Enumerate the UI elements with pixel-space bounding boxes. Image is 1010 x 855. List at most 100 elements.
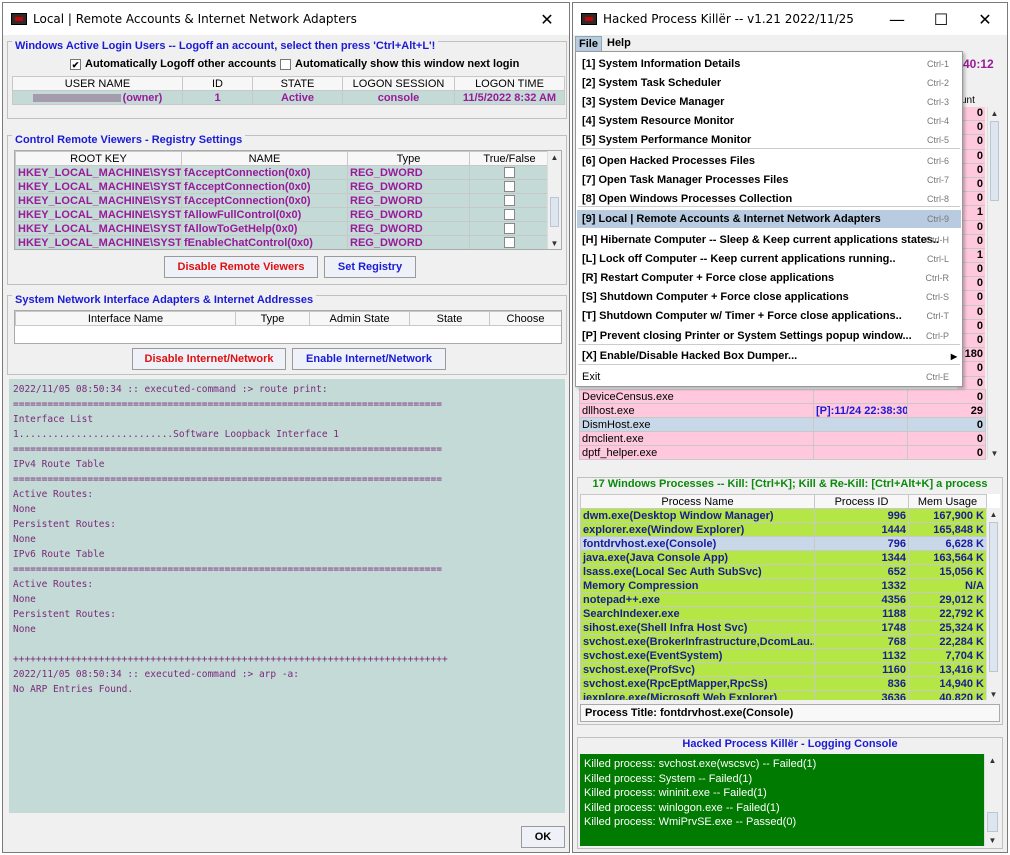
auto-show-checkbox[interactable]: Automatically show this window next logi…: [280, 58, 519, 70]
menu-item[interactable]: [H] Hibernate Computer -- Sleep & Keep c…: [577, 231, 961, 249]
menu-item[interactable]: [4] System Resource Monitor Ctrl-4: [577, 112, 961, 130]
scroll-down-icon[interactable]: ▼: [987, 688, 1000, 700]
registry-row[interactable]: HKEY_LOCAL_MACHINE\SYSTE... fAcceptConnec…: [15, 165, 550, 180]
col-header[interactable]: Process ID: [814, 494, 909, 509]
menu-item[interactable]: [2] System Task Scheduler Ctrl-2: [577, 74, 961, 92]
menu-item[interactable]: [L] Lock off Computer -- Keep current ap…: [577, 250, 961, 268]
process-row[interactable]: dwm.exe(Desktop Window Manager) 996 167,90…: [580, 508, 987, 523]
menu-file[interactable]: File: [575, 36, 602, 52]
menu-item[interactable]: [X] Enable/Disable Hacked Box Dumper... ▶: [577, 347, 961, 365]
auto-logoff-checkbox[interactable]: ✔ Automatically Logoff other accounts: [70, 58, 276, 70]
hacked-process-row[interactable]: dllhost.exe [P]:11/24 22:38:30 29: [579, 403, 986, 418]
col-header[interactable]: STATE: [252, 76, 343, 91]
maximize-icon[interactable]: ☐: [919, 3, 963, 35]
menu-help[interactable]: Help: [607, 37, 631, 49]
scroll-up-icon[interactable]: ▲: [988, 107, 1001, 119]
col-header[interactable]: Admin State: [309, 311, 410, 326]
scroll-down-icon[interactable]: ▼: [548, 237, 561, 249]
col-header[interactable]: Interface Name: [15, 311, 236, 326]
scroll-down-icon[interactable]: ▼: [988, 447, 1001, 459]
menu-item[interactable]: [P] Prevent closing Printer or System Se…: [577, 327, 961, 345]
col-header[interactable]: Process Name: [580, 494, 815, 509]
col-header[interactable]: Mem Usage: [908, 494, 987, 509]
true-false-checkbox[interactable]: [504, 167, 515, 179]
col-header[interactable]: ROOT KEY: [15, 151, 182, 166]
true-false-checkbox[interactable]: [504, 223, 515, 235]
process-row[interactable]: SearchIndexer.exe 1188 22,792 K: [580, 606, 987, 621]
menu-item[interactable]: [R] Restart Computer + Force close appli…: [577, 269, 961, 287]
registry-row[interactable]: HKEY_LOCAL_MACHINE\SYSTE... fAllowToGetHe…: [15, 221, 550, 236]
minimize-icon[interactable]: —: [875, 3, 919, 35]
scroll-down-icon[interactable]: ▼: [985, 834, 1000, 846]
hacked-scrollbar[interactable]: ▲ ▼: [987, 107, 1001, 459]
log-scrollbar[interactable]: ▲ ▼: [984, 754, 1000, 846]
col-header[interactable]: ID: [182, 76, 253, 91]
scroll-up-icon[interactable]: ▲: [987, 508, 1000, 520]
process-row[interactable]: lsass.exe(Local Sec Auth SubSvc) 652 15,05…: [580, 564, 987, 579]
menu-item-label: Local | Remote Accounts & Internet Netwo…: [598, 213, 881, 225]
menu-item[interactable]: [7] Open Task Manager Processes Files Ctr…: [577, 171, 961, 189]
col-header[interactable]: Choose: [489, 311, 561, 326]
process-row[interactable]: iexplore.exe(Microsoft Web Explorer) 3636…: [580, 690, 987, 700]
process-row[interactable]: svchost.exe(ProfSvc) 1160 13,416 K: [580, 662, 987, 677]
process-row[interactable]: svchost.exe(BrokerInfrastructure,DcomLau…: [580, 634, 987, 649]
set-registry-button[interactable]: Set Registry: [324, 256, 416, 278]
col-header[interactable]: True/False: [469, 151, 550, 166]
registry-row[interactable]: HKEY_LOCAL_MACHINE\SYSTE... fAcceptConnec…: [15, 193, 550, 208]
enable-internet-button[interactable]: Enable Internet/Network: [292, 348, 446, 370]
registry-scrollbar[interactable]: ▲ ▼: [547, 151, 561, 249]
true-false-checkbox[interactable]: [504, 237, 515, 249]
disable-internet-button[interactable]: Disable Internet/Network: [132, 348, 286, 370]
command-output-console[interactable]: 2022/11/05 08:50:34 :: executed-command …: [9, 379, 565, 813]
menu-item[interactable]: [3] System Device Manager Ctrl-3: [577, 93, 961, 111]
scroll-thumb[interactable]: [987, 812, 998, 832]
sessions-title: Windows Active Login Users -- Logoff an …: [12, 40, 439, 52]
close-icon[interactable]: ✕: [963, 3, 1007, 35]
col-header[interactable]: USER NAME: [12, 76, 183, 91]
menu-item[interactable]: [8] Open Windows Processes Collection Ctr…: [577, 190, 961, 208]
process-row[interactable]: svchost.exe(EventSystem) 1132 7,704 K: [580, 648, 987, 663]
winproc-scrollbar[interactable]: ▲ ▼: [986, 508, 1000, 700]
registry-row[interactable]: HKEY_LOCAL_MACHINE\SYSTE... fEnableChatCo…: [15, 235, 550, 249]
col-header[interactable]: Type: [235, 311, 310, 326]
col-header[interactable]: NAME: [181, 151, 348, 166]
process-cell: 165,848 K: [908, 522, 987, 537]
menu-item[interactable]: [9] Local | Remote Accounts & Internet N…: [577, 210, 961, 228]
close-icon[interactable]: ✕: [525, 3, 569, 35]
col-header[interactable]: LOGON SESSION: [342, 76, 455, 91]
logging-console[interactable]: Killed process: svchost.exe(wscsvc) -- F…: [580, 754, 1000, 846]
hacked-process-row[interactable]: dptf_helper.exe 0: [579, 445, 986, 460]
scroll-thumb[interactable]: [990, 121, 999, 201]
process-row[interactable]: java.exe(Java Console App) 1344 163,564 K: [580, 550, 987, 565]
ok-button[interactable]: OK: [521, 826, 565, 848]
process-row[interactable]: Memory Compression 1332 N/A: [580, 578, 987, 593]
true-false-checkbox[interactable]: [504, 195, 515, 207]
hacked-process-row[interactable]: DismHost.exe 0: [579, 417, 986, 432]
process-row[interactable]: fontdrvhost.exe(Console) 796 6,628 K: [580, 536, 987, 551]
session-row[interactable]: (owner) 1 Active console 11/5/2022 8:32 …: [12, 90, 565, 105]
col-header[interactable]: Type: [347, 151, 470, 166]
process-row[interactable]: svchost.exe(RpcEptMapper,RpcSs) 836 14,940…: [580, 676, 987, 691]
menu-item[interactable]: [5] System Performance Monitor Ctrl-5: [577, 131, 961, 149]
scroll-up-icon[interactable]: ▲: [548, 151, 561, 163]
registry-row[interactable]: HKEY_LOCAL_MACHINE\SYSTE... fAllowFullCon…: [15, 207, 550, 222]
scroll-up-icon[interactable]: ▲: [985, 754, 1000, 766]
disable-remote-viewers-button[interactable]: Disable Remote Viewers: [164, 256, 318, 278]
true-false-checkbox[interactable]: [504, 209, 515, 221]
menu-item[interactable]: [T] Shutdown Computer w/ Timer + Force c…: [577, 307, 961, 325]
menu-item[interactable]: [1] System Information Details Ctrl-1: [577, 55, 961, 73]
scroll-thumb[interactable]: [550, 197, 559, 227]
col-header[interactable]: LOGON TIME: [454, 76, 565, 91]
menu-item[interactable]: [6] Open Hacked Processes Files Ctrl-6: [577, 152, 961, 170]
hacked-process-row[interactable]: DeviceCensus.exe 0: [579, 389, 986, 404]
scroll-thumb[interactable]: [989, 522, 998, 672]
menu-item[interactable]: [S] Shutdown Computer + Force close appl…: [577, 288, 961, 306]
hacked-process-row[interactable]: dmclient.exe 0: [579, 431, 986, 446]
col-header[interactable]: State: [409, 311, 490, 326]
process-row[interactable]: notepad++.exe 4356 29,012 K: [580, 592, 987, 607]
menu-item[interactable]: Exit Ctrl-E: [577, 368, 961, 386]
registry-row[interactable]: HKEY_LOCAL_MACHINE\SYSTE... fAcceptConnec…: [15, 179, 550, 194]
process-row[interactable]: explorer.exe(Window Explorer) 1444 165,848…: [580, 522, 987, 537]
process-row[interactable]: sihost.exe(Shell Infra Host Svc) 1748 25,3…: [580, 620, 987, 635]
true-false-checkbox[interactable]: [504, 181, 515, 193]
